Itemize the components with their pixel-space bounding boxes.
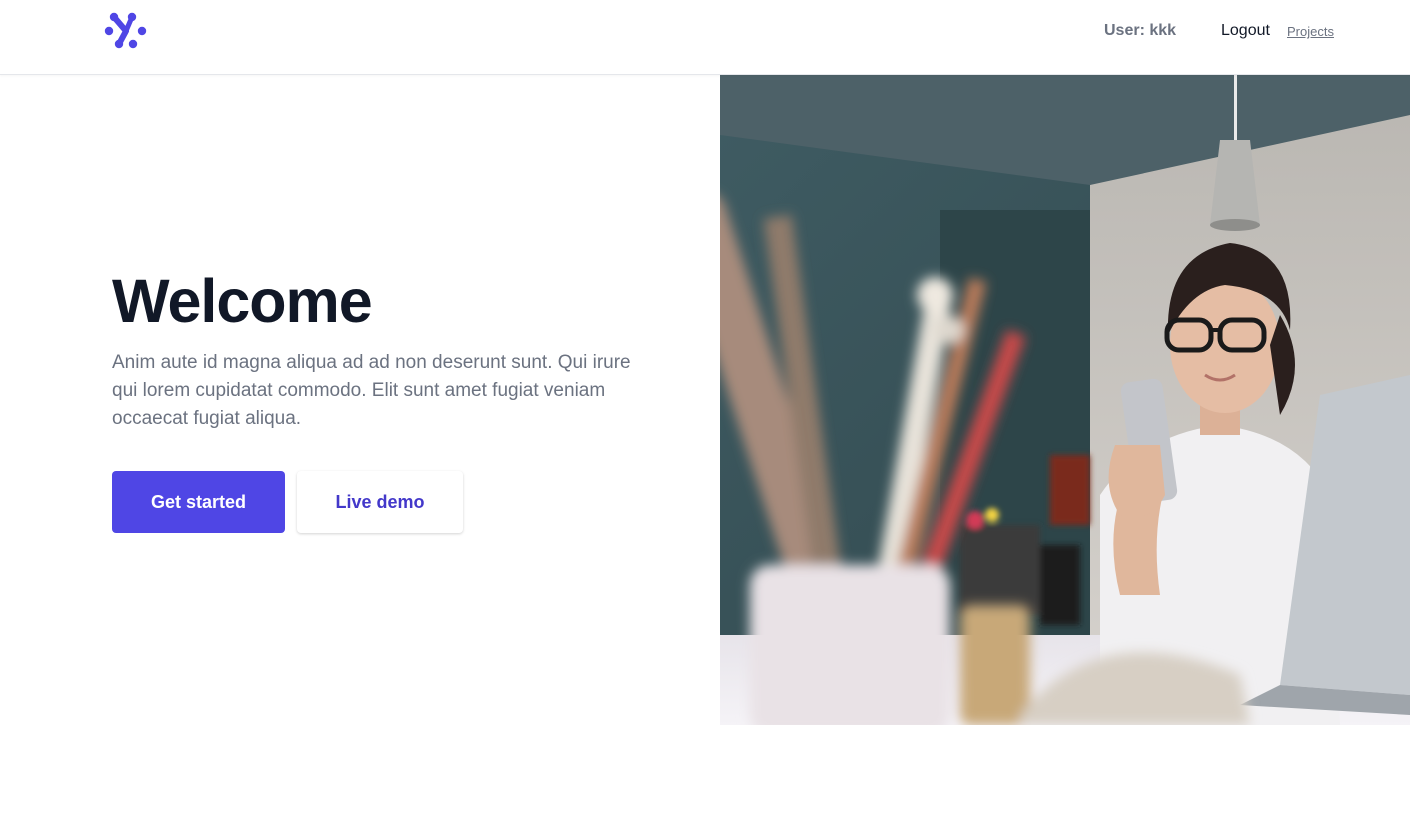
logout-link[interactable]: Logout [1221, 22, 1270, 40]
hero-title: Welcome [112, 267, 373, 335]
hero-image [720, 75, 1410, 725]
brand-logo-icon[interactable] [104, 12, 148, 50]
current-user-label: User: kkk [1104, 22, 1177, 39]
live-demo-button[interactable]: Live demo [297, 471, 463, 533]
get-started-button[interactable]: Get started [112, 471, 285, 533]
site-header: User: kkk Logout Projects [0, 0, 1410, 75]
projects-link[interactable]: Projects [1287, 24, 1334, 39]
hero-description: Anim aute id magna aliqua ad ad non dese… [112, 352, 631, 429]
